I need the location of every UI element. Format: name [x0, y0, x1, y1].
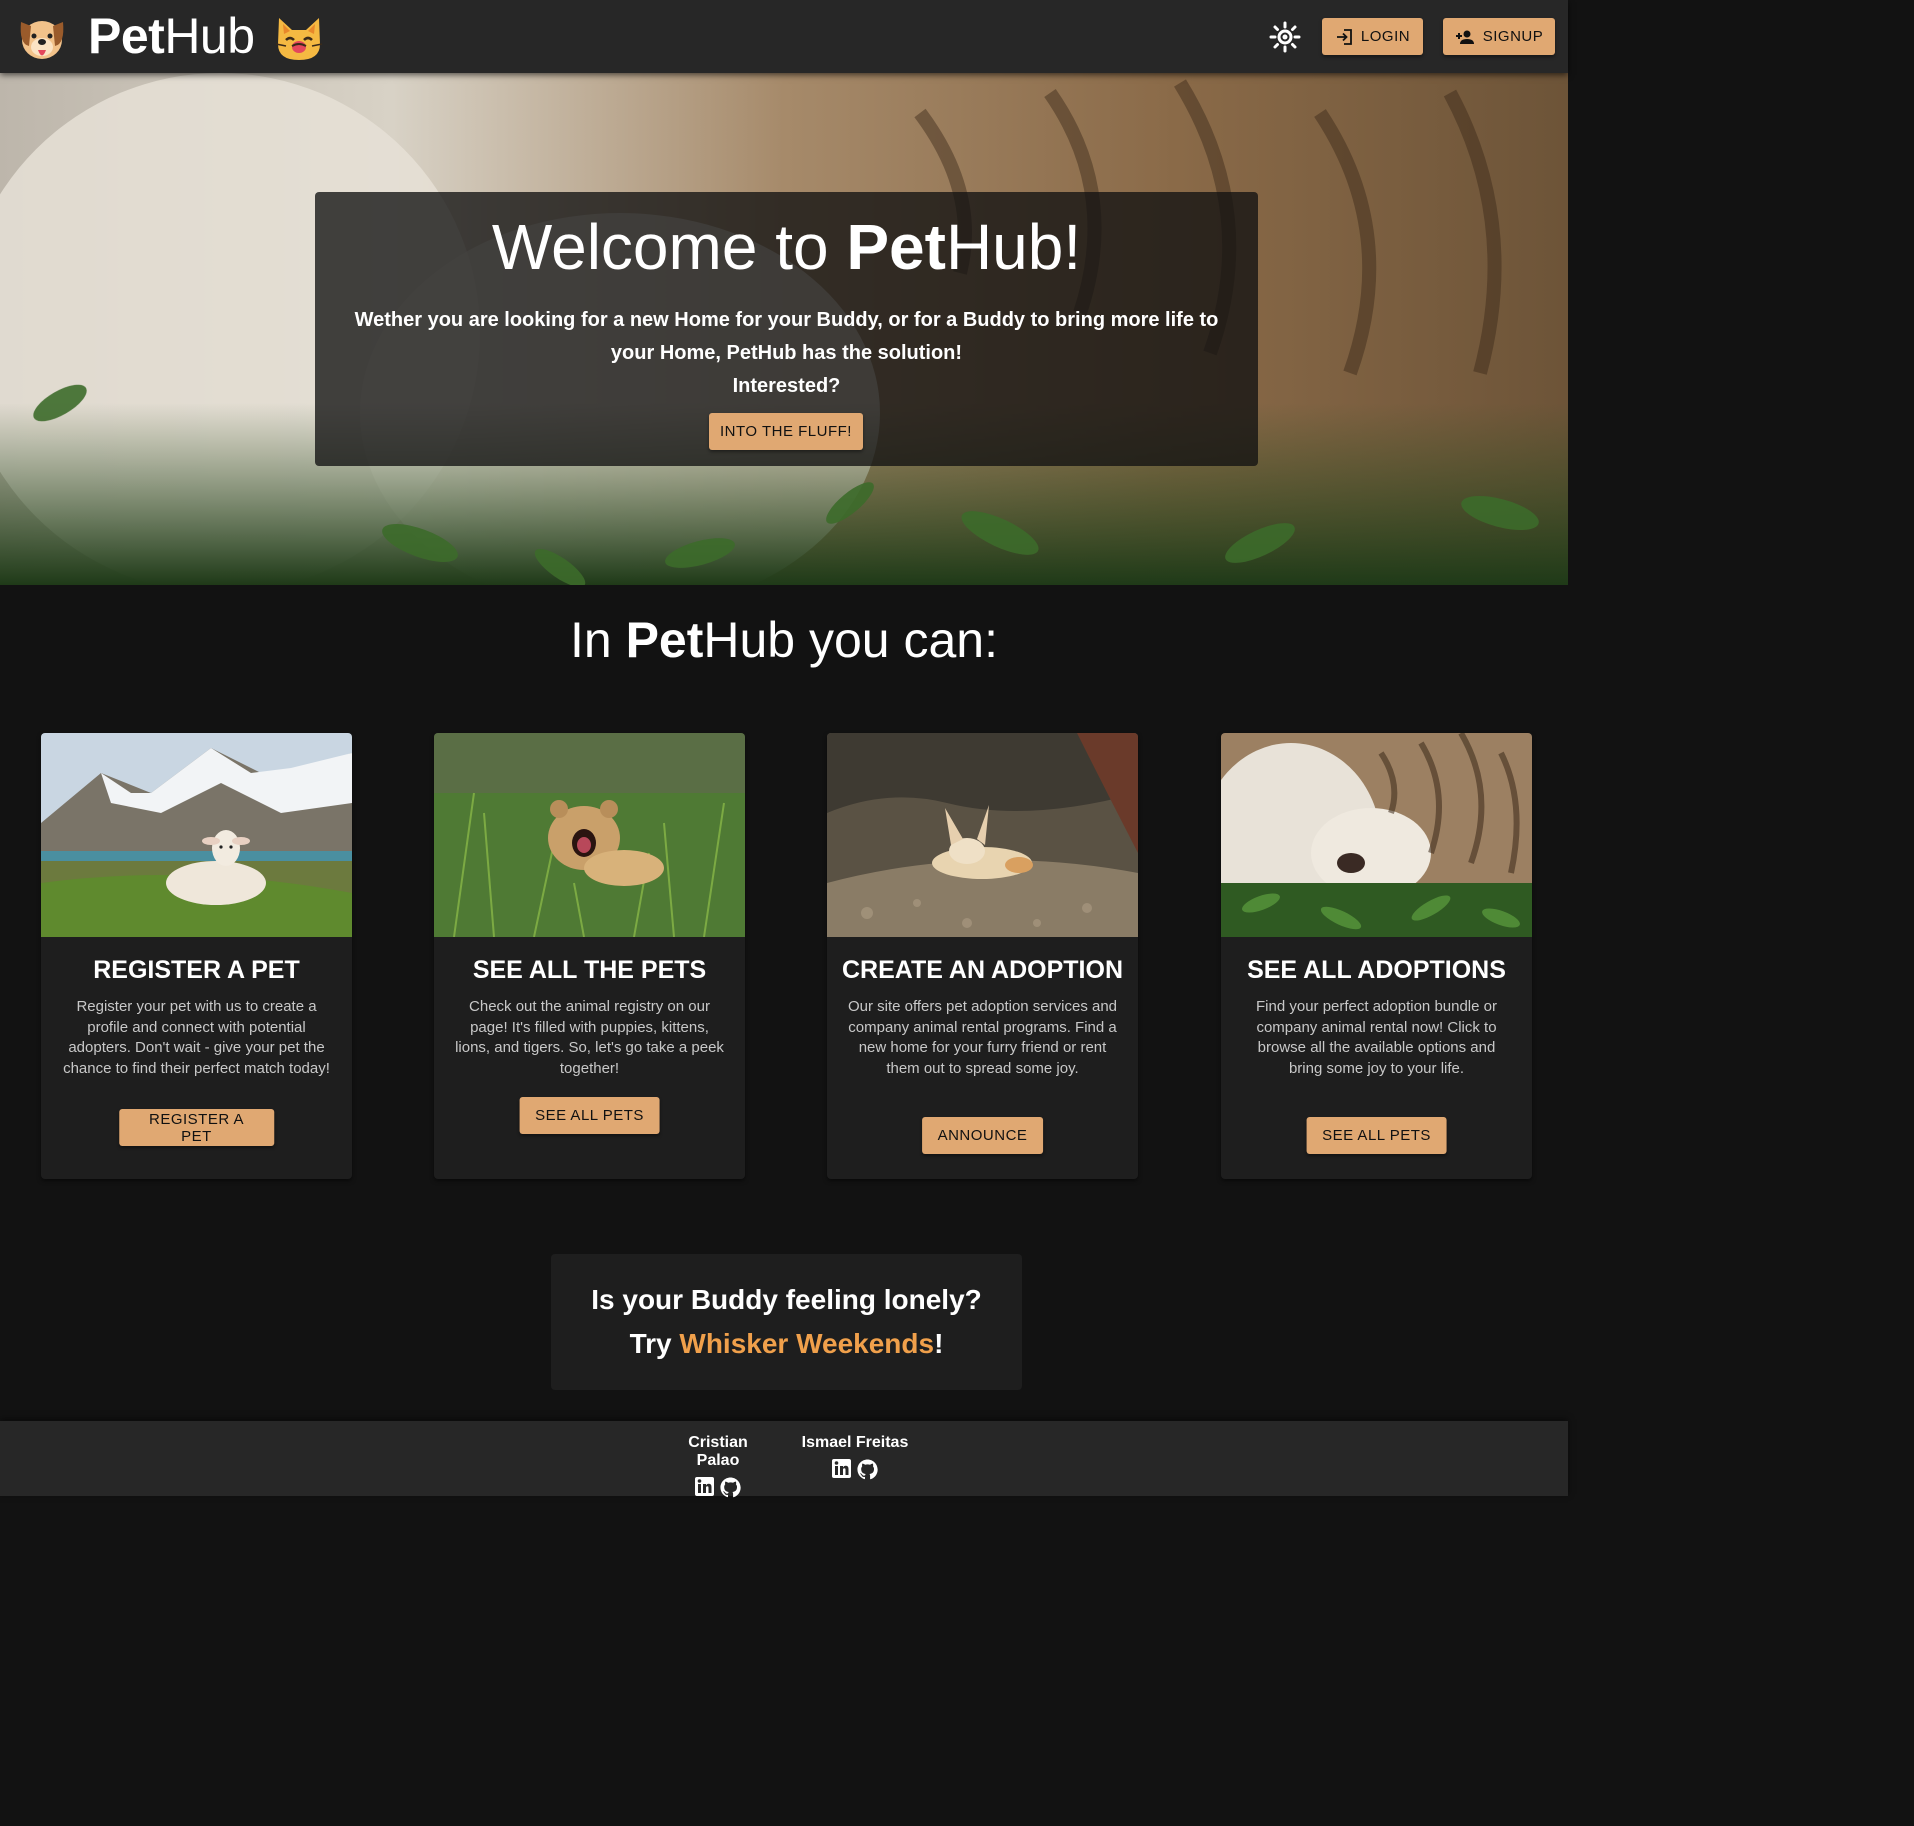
feature-card-see-pets: SEE ALL THE PETS Check out the animal re…	[434, 733, 745, 1179]
card-description: Register your pet with us to create a pr…	[63, 998, 330, 1077]
hero-text-line1: Wether you are looking for a new Home fo…	[354, 309, 1219, 364]
hero-description: Wether you are looking for a new Home fo…	[315, 304, 1258, 403]
promo-line1: Is your Buddy feeling lonely?	[591, 1284, 982, 1315]
brand-light: Hub	[164, 8, 255, 64]
hero-title-bold: Pet	[846, 211, 946, 283]
promo-prefix: Try	[629, 1328, 680, 1359]
card-description: Our site offers pet adoption services an…	[847, 998, 1118, 1077]
brand-bold: Pet	[88, 8, 165, 64]
hero-section: Welcome to PetHub! Wether you are lookin…	[0, 73, 1568, 585]
announce-button[interactable]: ANNOUNCE	[921, 1117, 1044, 1154]
author-ismael: Ismael Freitas	[801, 1434, 909, 1481]
hero-title: Welcome to PetHub!	[315, 210, 1258, 284]
login-icon	[1336, 28, 1352, 45]
see-all-adoptions-button[interactable]: SEE ALL PETS	[1306, 1117, 1447, 1154]
github-icon[interactable]	[719, 1476, 742, 1499]
card-description: Find your perfect adoption bundle or com…	[1256, 998, 1497, 1077]
promo-suffix: !	[934, 1328, 944, 1359]
lamb-mountain-image	[41, 733, 352, 937]
signup-label: SIGNUP	[1482, 28, 1544, 45]
features-title-prefix: In	[569, 612, 626, 668]
feature-card-create-adoption: CREATE AN ADOPTION Our site offers pet a…	[827, 733, 1138, 1179]
register-pet-button[interactable]: REGISTER A PET	[118, 1109, 275, 1146]
into-the-fluff-button[interactable]: INTO THE FLUFF!	[709, 413, 863, 450]
features-title: In PetHub you can:	[0, 610, 1568, 670]
card-title: REGISTER A PET	[93, 956, 300, 984]
hero-card: Welcome to PetHub! Wether you are lookin…	[315, 192, 1258, 466]
login-label: LOGIN	[1360, 28, 1411, 45]
cat-and-dog-image	[1221, 733, 1532, 937]
card-title: CREATE AN ADOPTION	[841, 956, 1124, 984]
features-title-bold: Pet	[625, 612, 704, 668]
person-add-icon	[1455, 30, 1474, 44]
hero-text-line2: Interested?	[732, 375, 841, 397]
features-title-suffix: Hub you can:	[703, 612, 999, 668]
github-icon[interactable]	[856, 1458, 879, 1481]
feature-card-register: REGISTER A PET Register your pet with us…	[41, 733, 352, 1179]
footer: Cristian Palao Ismael Freitas	[0, 1421, 1568, 1499]
linkedin-icon[interactable]	[831, 1458, 852, 1479]
dog-face-icon[interactable]	[17, 14, 67, 62]
feature-card-see-adoptions: SEE ALL ADOPTIONS Find your perfect adop…	[1221, 733, 1532, 1179]
author-name: Ismael Freitas	[801, 1434, 909, 1451]
hero-title-light: Hub!	[945, 211, 1082, 283]
navbar: PetHub LOGIN SIGNUP	[0, 0, 1568, 73]
cat-face-icon	[275, 18, 323, 60]
author-name: Cristian Palao	[688, 1434, 748, 1469]
brand-title[interactable]: PetHub	[88, 10, 255, 62]
hero-title-prefix: Welcome to	[491, 211, 847, 283]
promo-banner: Is your Buddy feeling lonely? Try Whiske…	[551, 1254, 1022, 1390]
fennec-fox-image	[827, 733, 1138, 937]
lion-cub-image	[434, 733, 745, 937]
author-links	[801, 1458, 909, 1481]
whisker-weekends-link[interactable]: Whisker Weekends	[679, 1328, 934, 1359]
author-cristian: Cristian Palao	[665, 1434, 771, 1499]
promo-line2: Try Whisker Weekends!	[551, 1322, 1022, 1366]
card-title: SEE ALL THE PETS	[472, 956, 707, 984]
login-button[interactable]: LOGIN	[1322, 18, 1423, 55]
sun-icon[interactable]	[1268, 20, 1302, 54]
card-description: Check out the animal registry on our pag…	[455, 998, 724, 1077]
author-links	[665, 1476, 771, 1499]
card-title: SEE ALL ADOPTIONS	[1247, 956, 1506, 984]
see-all-pets-button[interactable]: SEE ALL PETS	[519, 1097, 660, 1134]
signup-button[interactable]: SIGNUP	[1443, 18, 1555, 55]
linkedin-icon[interactable]	[694, 1476, 715, 1497]
